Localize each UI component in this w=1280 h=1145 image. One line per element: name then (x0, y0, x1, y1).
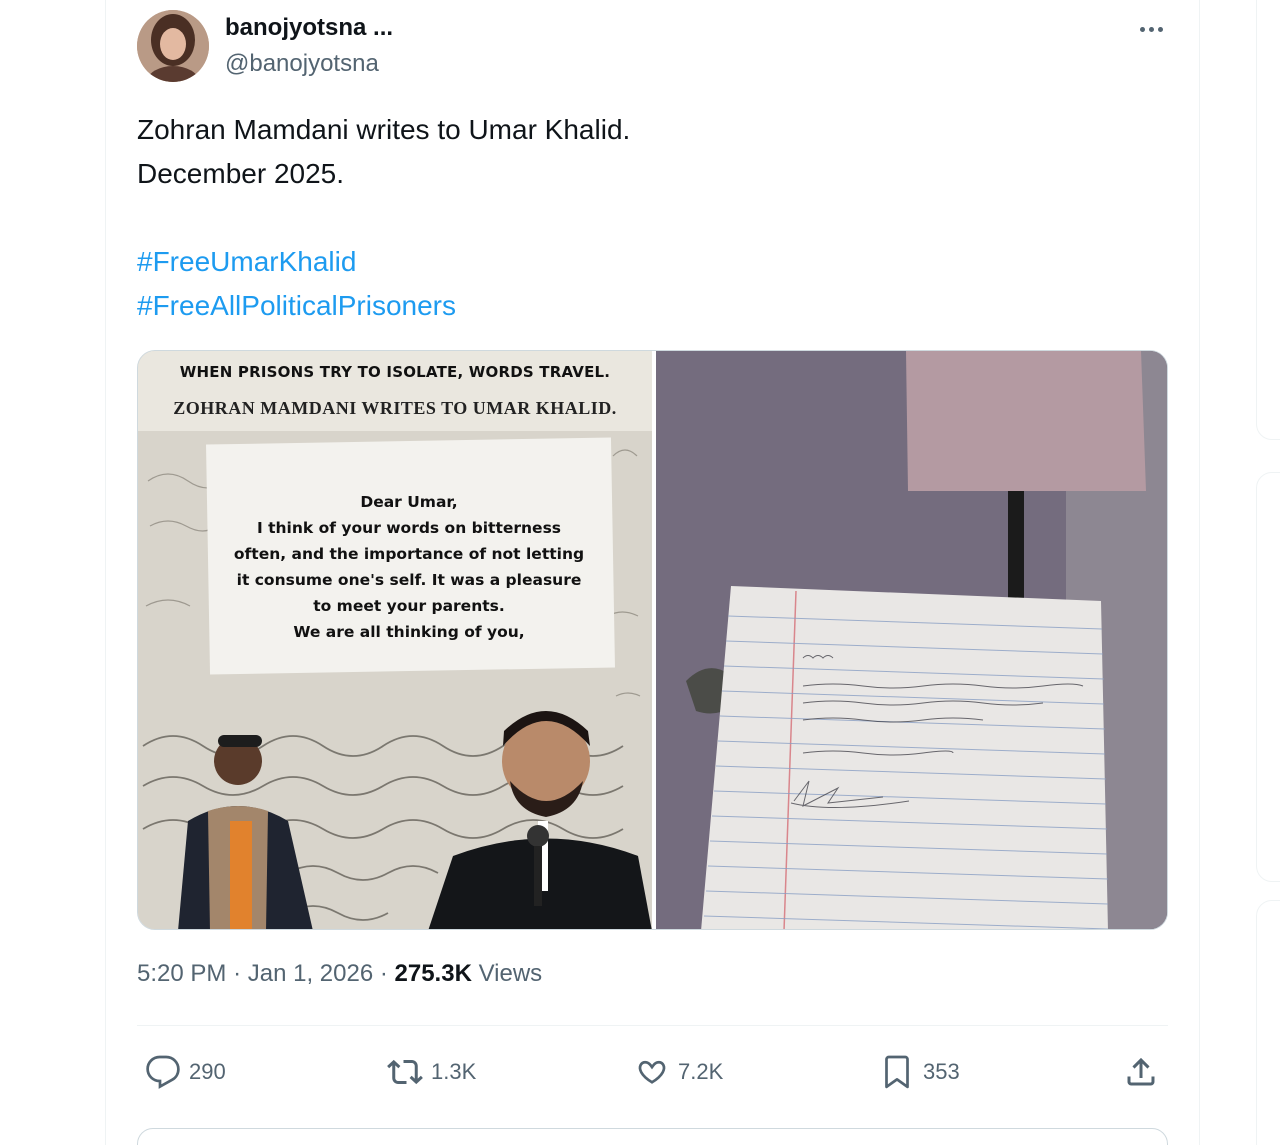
bookmark-icon (885, 1055, 909, 1089)
like-button[interactable]: 7.2K (634, 1050, 723, 1094)
more-options-button[interactable] (1133, 14, 1169, 44)
repost-button[interactable]: 1.3K (387, 1050, 476, 1094)
reply-composer[interactable] (137, 1128, 1168, 1145)
views-label: Views (478, 960, 543, 987)
author-handle[interactable]: @banojyotsna (225, 50, 379, 78)
hashtag-link[interactable]: #FreeUmarKhalid (137, 246, 356, 278)
repost-icon (387, 1059, 423, 1085)
share-icon (1127, 1057, 1155, 1086)
reply-button[interactable]: 290 (145, 1050, 226, 1094)
letter-line: to meet your parents. (313, 597, 505, 615)
tweet: banojyotsna ... @banojyotsna Zohran Mamd… (107, 0, 1199, 1145)
lined-paper (701, 586, 1109, 929)
hashtag-link[interactable]: #FreeAllPoliticalPrisoners (137, 290, 456, 322)
tweet-time[interactable]: 5:20 PM (137, 960, 226, 987)
letter-line: often, and the importance of not letting (233, 545, 585, 563)
media-grid: WHEN PRISONS TRY TO ISOLATE, WORDS TRAVE… (137, 350, 1168, 930)
letter-line: Dear Umar, (360, 493, 458, 511)
letter-line: I think of your words on bitterness (256, 519, 562, 537)
left-gutter (0, 0, 106, 1145)
poster-heading: WHEN PRISONS TRY TO ISOLATE, WORDS TRAVE… (179, 363, 611, 381)
divider (137, 1025, 1168, 1026)
like-icon (638, 1060, 666, 1084)
tweet-text-line: December 2025. (137, 158, 345, 189)
right-sidebar (1199, 0, 1280, 1145)
bookmark-count: 353 (923, 1059, 960, 1084)
bookmark-button[interactable]: 353 (879, 1050, 960, 1094)
avatar[interactable] (137, 10, 209, 82)
media-image-handwritten-letter[interactable] (656, 351, 1167, 929)
sidebar-card (1256, 0, 1280, 440)
reply-icon (146, 1055, 180, 1089)
reply-count: 290 (189, 1059, 226, 1084)
poster-subheading: ZOHRAN MAMDANI WRITES TO UMAR KHALID. (173, 398, 617, 418)
poster-letter-text: Dear Umar, I think of your words on bitt… (214, 489, 604, 645)
more-icon (1139, 26, 1145, 32)
views-count: 275.3K (394, 960, 472, 987)
tweet-text-line: Zohran Mamdani writes to Umar Khalid. (137, 114, 631, 145)
media-image-poster[interactable]: WHEN PRISONS TRY TO ISOLATE, WORDS TRAVE… (138, 351, 652, 929)
share-button[interactable] (1123, 1050, 1159, 1094)
letter-line: it consume one's self. It was a pleasure (236, 571, 582, 589)
tweet-timestamp-views: 5:20 PM · Jan 1, 2026 · 275.3K Views (137, 960, 543, 987)
sidebar-card (1256, 472, 1280, 882)
like-count: 7.2K (678, 1059, 724, 1084)
repost-count: 1.3K (431, 1059, 477, 1084)
letter-photo (656, 351, 1167, 929)
letter-line: We are all thinking of you, (293, 623, 525, 641)
sidebar-card (1256, 900, 1280, 1145)
tweet-date[interactable]: Jan 1, 2026 (248, 960, 373, 987)
author-display-name[interactable]: banojyotsna ... (225, 14, 393, 42)
